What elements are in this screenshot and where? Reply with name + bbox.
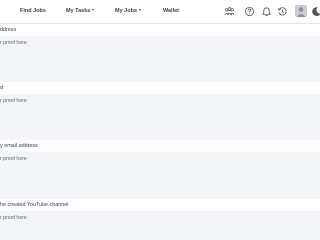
proof-input-address[interactable]: r proof here	[0, 36, 320, 83]
chevron-down-icon	[138, 9, 141, 12]
nav-my-jobs-label: My Jobs	[115, 8, 138, 14]
moon-icon[interactable]	[311, 6, 320, 17]
section-label-address: ddress	[0, 24, 320, 36]
proof-placeholder: r proof here	[0, 98, 27, 104]
section-label-text: d	[0, 85, 3, 91]
proof-input-email[interactable]: r proof here	[0, 152, 320, 199]
section-label-text: ddress	[0, 27, 17, 33]
proof-placeholder: r proof here	[0, 156, 27, 162]
proof-placeholder: r proof here	[0, 40, 27, 46]
avatar-icon[interactable]	[295, 5, 307, 17]
nav-my-jobs[interactable]: My Jobs	[115, 8, 141, 14]
nav-my-tasks[interactable]: My Tasks	[66, 8, 94, 14]
section-label-text: y email address	[0, 143, 38, 149]
nav-my-tasks-label: My Tasks	[66, 8, 91, 14]
page: Find Jobs My Tasks My Jobs Wallet ddress…	[0, 0, 320, 240]
proof-placeholder: r proof here	[0, 215, 27, 221]
top-navigation-bar: Find Jobs My Tasks My Jobs Wallet	[0, 0, 320, 24]
section-label-text: he created YouTube channel	[0, 202, 69, 208]
help-icon[interactable]	[244, 6, 255, 17]
history-icon[interactable]	[277, 6, 288, 17]
chevron-down-icon	[91, 9, 94, 12]
nav-find-jobs[interactable]: Find Jobs	[20, 8, 46, 14]
nav-wallet[interactable]: Wallet	[163, 8, 179, 14]
section-label-d: d	[0, 82, 320, 94]
team-icon[interactable]	[224, 6, 235, 17]
proof-input-d[interactable]: r proof here	[0, 94, 320, 141]
proof-input-youtube-channel[interactable]: r proof here	[0, 211, 320, 240]
section-label-email: y email address	[0, 140, 320, 152]
bell-icon[interactable]	[261, 6, 272, 17]
section-label-youtube-channel: he created YouTube channel	[0, 199, 320, 211]
